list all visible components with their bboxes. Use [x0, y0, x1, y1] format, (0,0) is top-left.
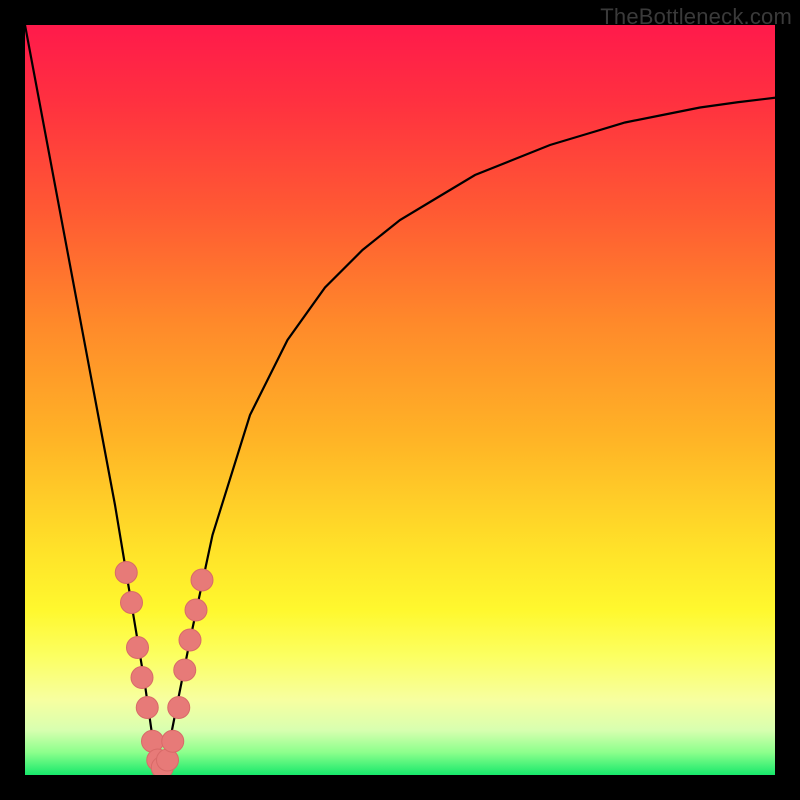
marker-dot: [136, 697, 158, 719]
marker-dot: [191, 569, 213, 591]
chart-frame: TheBottleneck.com: [0, 0, 800, 800]
marker-dot: [168, 697, 190, 719]
marker-dot: [127, 637, 149, 659]
marker-dot: [179, 629, 201, 651]
marker-dot: [174, 659, 196, 681]
marker-dot: [121, 592, 143, 614]
chart-svg: [25, 25, 775, 775]
watermark-text: TheBottleneck.com: [600, 4, 792, 30]
marker-dot: [162, 730, 184, 752]
marker-layer: [115, 562, 213, 776]
marker-dot: [185, 599, 207, 621]
marker-dot: [115, 562, 137, 584]
plot-area: [25, 25, 775, 775]
marker-dot: [131, 667, 153, 689]
